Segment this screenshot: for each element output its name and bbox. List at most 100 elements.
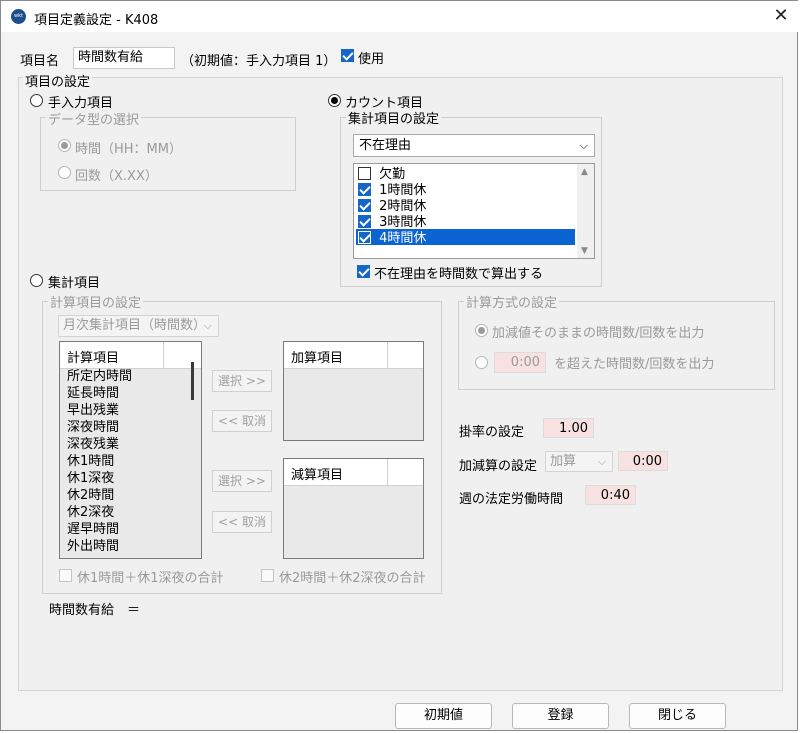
select-button-add[interactable]: 選択 >> [212, 370, 272, 392]
list-checkbox[interactable] [358, 167, 371, 180]
method-radio-2[interactable] [475, 356, 488, 369]
list-checkbox[interactable] [358, 183, 371, 196]
weekly-label: 週の法定労働時間 [459, 492, 564, 507]
manual-radio[interactable] [30, 94, 43, 107]
calc-item[interactable]: 深夜時間 [67, 419, 119, 436]
rate-input[interactable]: 1.00 [543, 418, 594, 438]
list-item-label: 1時間休 [379, 183, 427, 198]
formula-text: 時間数有給 ＝ [49, 603, 141, 618]
initial-value-button[interactable]: 初期値 [395, 703, 492, 729]
scroll-down-icon[interactable]: ▼ [581, 246, 588, 256]
sub-items-header: 減算項目 [291, 468, 344, 483]
calc-item[interactable]: 外出時間 [67, 538, 119, 555]
list-checkbox[interactable] [358, 215, 371, 228]
count-label: 回数（X.XX） [75, 169, 158, 184]
sum2-checkbox[interactable] [261, 569, 274, 582]
list-item-label: 欠勤 [379, 167, 406, 182]
agg-legend: 集計項目の設定 [346, 108, 442, 127]
grid-header: 減算項目 [284, 459, 423, 486]
scroll-up-icon[interactable]: ▲ [581, 167, 588, 177]
add-items-header: 加算項目 [291, 351, 344, 366]
calc-item[interactable]: 延長時間 [67, 385, 119, 402]
header-divider [387, 342, 388, 368]
window-title: 項目定義設定 - K408 [34, 13, 159, 28]
count-item-radio[interactable] [328, 94, 341, 107]
absence-hours-label: 不在理由を時間数で算出する [374, 267, 544, 282]
list-item-label: 2時間休 [379, 199, 427, 214]
calc-item[interactable]: 休1時間 [67, 453, 114, 470]
use-label: 使用 [358, 52, 385, 67]
calc-item[interactable]: 休2深夜 [67, 504, 114, 521]
aggregate-label: 集計項目 [48, 276, 101, 291]
sum1-checkbox[interactable] [59, 569, 72, 582]
method-legend: 計算方式の設定 [464, 292, 560, 311]
sum2-label: 休2時間＋休2深夜の合計 [279, 571, 426, 586]
calc-item[interactable]: 早出残業 [67, 402, 119, 419]
listbox-scrollbar[interactable]: ▲ ▼ [577, 164, 594, 258]
calc-item[interactable]: 休1深夜 [67, 470, 114, 487]
register-button[interactable]: 登録 [512, 703, 609, 729]
calc-item[interactable]: 所定内時間 [67, 368, 132, 385]
add-items-grid[interactable]: 加算項目 [283, 341, 424, 441]
dialog-window: wkt 項目定義設定 - K408 ✕ 項目名 時間数有給 （初期値：手入力項目… [0, 0, 799, 731]
list-item-label: 4時間休 [379, 231, 427, 246]
time-label: 時間（HH：MM） [75, 142, 182, 157]
time-radio[interactable] [58, 139, 71, 152]
chevron-down-icon: ⌵ [203, 319, 212, 332]
list-item[interactable]: 3時間休 [356, 213, 575, 230]
addsub-combo[interactable]: 加算 ⌵ [545, 451, 613, 472]
monthly-combo-value: 月次集計項目（時間数） [63, 318, 207, 333]
use-checkbox[interactable] [341, 49, 354, 62]
method-group [458, 301, 775, 390]
chevron-down-icon: ⌵ [597, 455, 606, 468]
method-radio-1[interactable] [475, 324, 488, 337]
method-opt1-label: 加減値そのままの時間数/回数を出力 [492, 326, 705, 341]
settings-legend: 項目の設定 [23, 71, 93, 90]
sub-items-grid[interactable]: 減算項目 [283, 458, 424, 559]
calc-items-header: 計算項目 [67, 351, 120, 366]
grid-scroll-thumb[interactable] [191, 362, 194, 400]
item-name-label: 項目名 [20, 54, 60, 69]
list-checkbox[interactable] [358, 231, 371, 244]
absence-listbox[interactable]: 欠勤 1時間休 2時間休 3時間休 4時間休 ▲ ▼ [353, 163, 595, 259]
grid-header: 計算項目 [60, 342, 201, 369]
count-radio[interactable] [58, 166, 71, 179]
chevron-down-icon: ⌵ [579, 139, 588, 152]
aggregate-radio[interactable] [30, 274, 43, 287]
addsub-input[interactable]: 0:00 [618, 451, 668, 471]
list-item[interactable]: 1時間休 [356, 181, 575, 198]
absence-hours-checkbox[interactable] [357, 265, 370, 278]
close-button[interactable]: 閉じる [629, 703, 726, 729]
calc-legend: 計算項目の設定 [48, 292, 144, 311]
calc-item[interactable]: 遅早時間 [67, 521, 119, 538]
app-icon: wkt [11, 9, 26, 24]
weekly-input[interactable]: 0:40 [585, 485, 636, 505]
title-bar: wkt 項目定義設定 - K408 ✕ [1, 1, 799, 32]
calc-item[interactable]: 休2時間 [67, 487, 114, 504]
method-threshold-input[interactable]: 0:00 [494, 352, 546, 373]
item-name-input[interactable]: 時間数有給 [73, 47, 175, 69]
calc-items-grid[interactable]: 計算項目 所定内時間 延長時間 早出残業 深夜時間 深夜残業 休1時間 休1深夜… [59, 341, 202, 559]
item-name-initial: （初期値：手入力項目 1） [181, 54, 337, 69]
list-item-label: 3時間休 [379, 215, 427, 230]
sum1-label: 休1時間＋休1深夜の合計 [77, 571, 224, 586]
monthly-combo[interactable]: 月次集計項目（時間数） ⌵ [58, 315, 219, 337]
list-item[interactable]: 欠勤 [356, 165, 575, 182]
cancel-button-sub[interactable]: << 取消 [212, 511, 272, 533]
list-item-selected[interactable]: 4時間休 [356, 229, 575, 246]
header-divider [387, 459, 388, 485]
method-opt2-label: を超えた時間数/回数を出力 [554, 357, 715, 372]
addsub-label: 加減算の設定 [459, 459, 538, 474]
calc-item[interactable]: 深夜残業 [67, 436, 119, 453]
list-item[interactable]: 2時間休 [356, 197, 575, 214]
cancel-button-add[interactable]: << 取消 [212, 410, 272, 432]
select-button-sub[interactable]: 選択 >> [212, 470, 272, 492]
close-icon[interactable]: ✕ [770, 5, 792, 27]
rate-label: 掛率の設定 [459, 425, 525, 440]
list-checkbox[interactable] [358, 199, 371, 212]
absence-reason-combo[interactable]: 不在理由 ⌵ [353, 134, 595, 157]
grid-header: 加算項目 [284, 342, 423, 369]
absence-reason-value: 不在理由 [359, 138, 412, 153]
data-type-legend: データ型の選択 [46, 109, 142, 128]
header-divider [163, 342, 164, 368]
